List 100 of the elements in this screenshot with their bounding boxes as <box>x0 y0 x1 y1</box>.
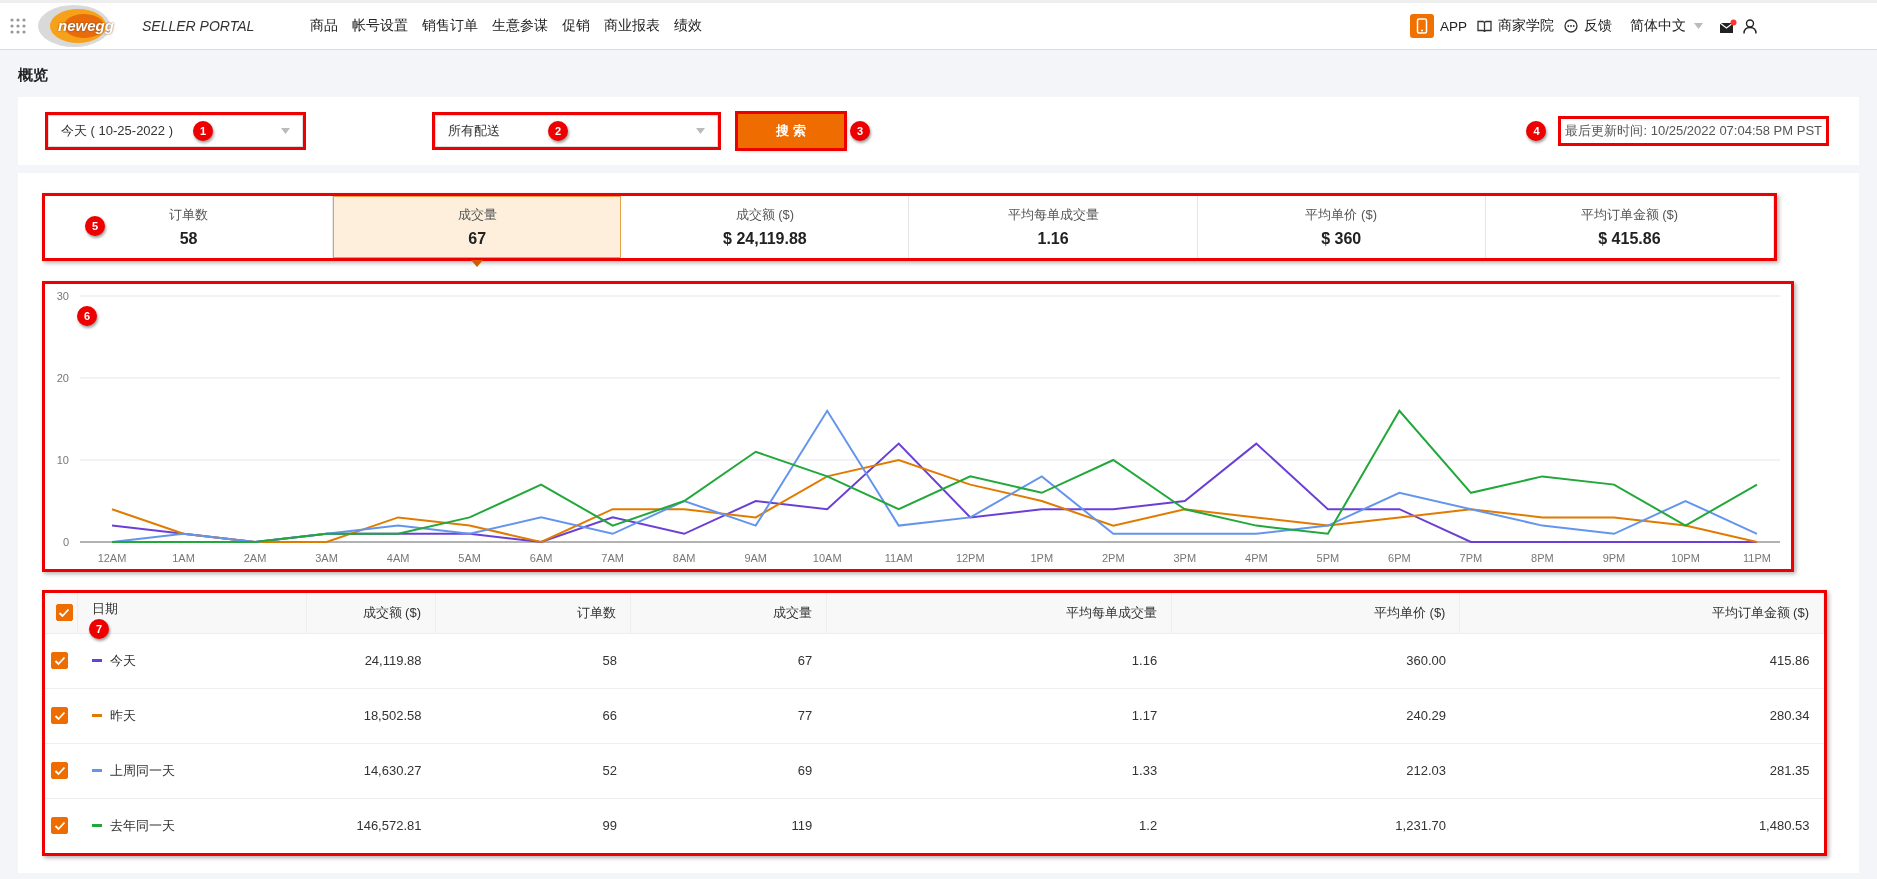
x-axis-label: 8AM <box>672 552 696 564</box>
column-header: 订单数 <box>435 593 631 633</box>
table-cell: 上周同一天 <box>109 762 175 778</box>
table-cell: 1.16 <box>826 633 1172 688</box>
y-axis-label: 30 <box>56 290 69 302</box>
x-axis-label: 3AM <box>315 552 338 564</box>
nav-link[interactable]: 生意参谋 <box>492 17 548 35</box>
callout-marker: 6 <box>77 306 97 326</box>
table-cell: 119 <box>630 798 827 853</box>
user-icon[interactable] <box>1743 18 1757 34</box>
caret-icon <box>696 128 705 134</box>
metric-label: 成交量 <box>457 206 497 224</box>
caret-icon <box>1694 23 1703 29</box>
metric-tab[interactable]: 平均订单金额 ($) $ 415.86 <box>1485 196 1774 258</box>
metric-value: 1.16 <box>1037 230 1069 248</box>
table-cell: 昨天 <box>109 707 136 723</box>
table-cell: 1,480.53 <box>1459 798 1824 853</box>
academy-link[interactable]: 商家学院 <box>1498 17 1554 35</box>
table-cell: 18,502.58 <box>306 688 436 743</box>
x-axis-label: 2PM <box>1102 552 1125 564</box>
table-cell: 66 <box>435 688 631 743</box>
row-checkbox[interactable] <box>51 762 68 780</box>
check-icon <box>53 710 66 721</box>
metric-value: $ 360 <box>1321 230 1362 248</box>
table-cell: 77 <box>630 688 827 743</box>
check-icon <box>53 765 66 776</box>
app-link[interactable]: APP <box>1440 18 1467 34</box>
select-all-checkbox[interactable] <box>55 604 73 622</box>
x-axis-label: 9AM <box>744 552 767 564</box>
feedback-link[interactable]: 反馈 <box>1584 17 1612 35</box>
row-checkbox[interactable] <box>51 817 68 835</box>
book-icon <box>1477 20 1492 32</box>
callout-marker: 7 <box>89 619 109 639</box>
table-cell: 1.33 <box>826 743 1172 798</box>
x-axis-label: 12PM <box>955 552 985 564</box>
nav-link[interactable]: 销售订单 <box>422 17 478 35</box>
y-axis-label: 0 <box>62 536 69 548</box>
language-dropdown[interactable]: 简体中文 <box>1630 17 1703 35</box>
phone-icon[interactable] <box>1410 14 1434 38</box>
x-axis-label: 4AM <box>386 552 410 564</box>
table-cell: 1.2 <box>826 798 1172 853</box>
metric-label: 订单数 <box>169 206 209 224</box>
callout-marker: 3 <box>850 121 870 141</box>
x-axis-label: 5AM <box>458 552 481 564</box>
x-axis-label: 10PM <box>1671 552 1700 564</box>
callout-marker: 5 <box>85 216 105 236</box>
metric-tab[interactable]: 成交额 ($) $ 24,119.88 <box>621 196 910 258</box>
metric-value: 58 <box>179 230 198 248</box>
x-axis-label: 6PM <box>1388 552 1411 564</box>
x-axis-label: 9PM <box>1602 552 1626 564</box>
mail-icon[interactable] <box>1719 18 1737 34</box>
x-axis-label: 7AM <box>601 552 624 564</box>
column-header: 平均订单金额 ($) <box>1459 593 1824 633</box>
table-cell: 212.03 <box>1171 743 1460 798</box>
metric-label: 平均每单成交量 <box>1007 206 1099 224</box>
metric-label: 平均单价 ($) <box>1305 206 1377 224</box>
metric-value: 67 <box>468 230 487 248</box>
caret-icon <box>281 128 290 134</box>
column-header: 平均单价 ($) <box>1171 593 1460 633</box>
nav-link[interactable]: 帐号设置 <box>352 17 408 35</box>
table-cell: 69 <box>630 743 827 798</box>
nav-link[interactable]: 促销 <box>562 17 590 35</box>
nav-link[interactable]: 商业报表 <box>604 17 660 35</box>
metric-value: $ 24,119.88 <box>723 230 807 248</box>
row-checkbox[interactable] <box>51 707 68 725</box>
row-checkbox[interactable] <box>51 652 68 670</box>
metric-value: $ 415.86 <box>1598 230 1661 248</box>
x-axis-label: 3PM <box>1173 552 1197 564</box>
table-cell: 415.86 <box>1459 633 1824 688</box>
table-cell: 今天 <box>109 652 136 668</box>
table-cell: 99 <box>435 798 631 853</box>
chat-icon <box>1564 19 1578 33</box>
x-axis-label: 11AM <box>884 552 913 564</box>
table-cell: 1.17 <box>826 688 1172 743</box>
table-cell: 52 <box>435 743 631 798</box>
apps-grid-icon[interactable] <box>10 18 26 34</box>
table-cell: 280.34 <box>1459 688 1824 743</box>
x-axis-label: 7PM <box>1459 552 1483 564</box>
pointer-icon <box>471 260 484 267</box>
page-title: 概览 <box>16 65 49 85</box>
callout-marker: 4 <box>1526 121 1547 141</box>
y-axis-label: 10 <box>56 454 69 466</box>
check-icon <box>53 820 66 831</box>
metric-tab[interactable]: 平均单价 ($) $ 360 <box>1197 196 1486 258</box>
table-cell: 14,630.27 <box>306 743 436 798</box>
x-axis-label: 4PM <box>1245 552 1268 564</box>
table-cell: 1,231.70 <box>1171 798 1460 853</box>
x-axis-label: 12AM <box>97 552 127 564</box>
metric-tab[interactable]: 平均每单成交量 1.16 <box>909 196 1198 258</box>
x-axis-label: 1AM <box>172 552 195 564</box>
x-axis-label: 5PM <box>1316 552 1340 564</box>
table-cell: 去年同一天 <box>109 817 175 833</box>
last-updated-time: 最后更新时间: 10/25/2022 07:04:58 PM PST <box>1558 116 1829 146</box>
nav-link[interactable]: 商品 <box>310 17 338 35</box>
portal-name: SELLER PORTAL <box>142 18 255 34</box>
table-cell: 360.00 <box>1171 633 1460 688</box>
table-cell: 281.35 <box>1459 743 1824 798</box>
nav-link[interactable]: 绩效 <box>674 17 702 35</box>
x-axis-label: 2AM <box>243 552 267 564</box>
column-header: 成交量 <box>630 593 827 633</box>
